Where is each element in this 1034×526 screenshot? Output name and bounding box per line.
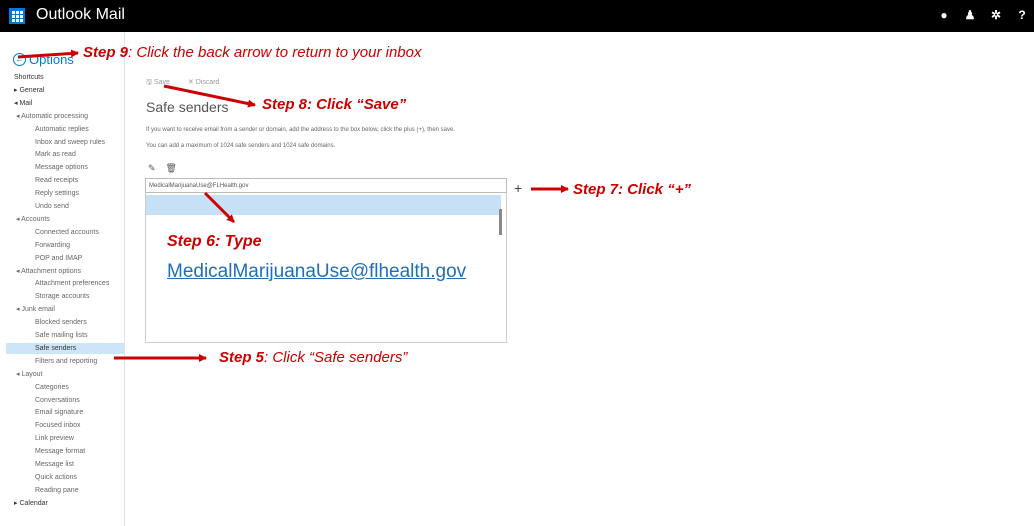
arrow-step6: [203, 191, 236, 224]
annotation-step5: Step 5: Click “Safe senders”: [219, 349, 408, 366]
annotation-step6: Step 6: Type: [167, 233, 262, 250]
annotation-step6-email: MedicalMarijuanaUse@flhealth.gov: [167, 261, 467, 282]
annotation-arrows: [17, 49, 569, 362]
annotation-step7: Step 7: Click “+”: [573, 181, 691, 198]
arrow-step8: [163, 84, 256, 108]
annotation-step8: Step 8: Click “Save”: [262, 96, 407, 113]
arrow-step9: [17, 49, 79, 59]
annotation-step9: Step 9: Click the back arrow to return t…: [83, 44, 422, 61]
